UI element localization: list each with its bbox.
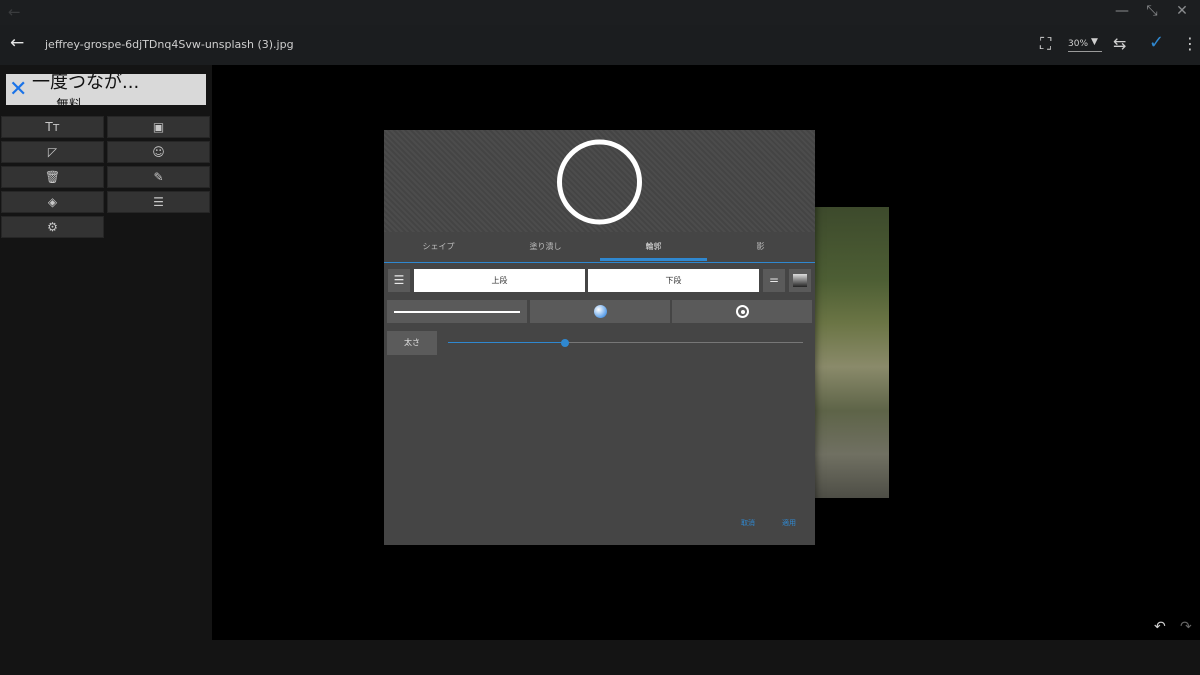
circle-preview-icon bbox=[557, 139, 642, 225]
bottom-layer-button[interactable]: 下段 bbox=[588, 269, 759, 292]
file-name: jeffrey-grospe-6djTDnq4Svw-unsplash (3).… bbox=[45, 38, 294, 51]
text-tool-button[interactable]: Tт bbox=[1, 116, 104, 138]
text-icon: Tт bbox=[45, 120, 60, 134]
thickness-slider-thumb[interactable] bbox=[561, 339, 570, 347]
apply-button[interactable]: 適用 bbox=[782, 518, 796, 528]
lines-icon: ☰ bbox=[393, 273, 405, 287]
active-tab-indicator bbox=[600, 258, 707, 261]
canvas-photo[interactable] bbox=[815, 207, 889, 498]
radio-target-button[interactable] bbox=[672, 300, 812, 323]
equal-button[interactable]: = bbox=[763, 269, 785, 292]
outline-dialog: シェイプ 塗り潰し 輪郭 影 ☰ 上段 下段 = 太さ 取消 適用 bbox=[384, 130, 815, 545]
gradient-swatch-icon bbox=[793, 274, 807, 287]
radio-target-icon bbox=[736, 305, 749, 318]
undo-icon[interactable]: ↶ bbox=[1154, 619, 1166, 635]
gradient-button[interactable] bbox=[789, 269, 811, 292]
more-menu-icon[interactable]: ⋮ bbox=[1182, 34, 1198, 53]
thickness-label: 太さ bbox=[387, 331, 437, 355]
pencil-icon: ✎ bbox=[153, 170, 164, 184]
gear-icon: ⚙ bbox=[47, 220, 58, 234]
ad-banner[interactable]: 一度つなが... ✕ 無料 bbox=[6, 74, 206, 105]
layers-icon: ◈ bbox=[47, 195, 58, 209]
window-title-bar: ← — ⤡ ✕ bbox=[0, 0, 1200, 25]
emoji-tool-button[interactable]: ☺ bbox=[107, 141, 210, 163]
tab-shadow[interactable]: 影 bbox=[707, 232, 814, 262]
app-toolbar: ← jeffrey-grospe-6djTDnq4Svw-unsplash (3… bbox=[0, 25, 1200, 65]
thickness-slider-fill bbox=[448, 342, 566, 343]
redo-icon[interactable]: ↷ bbox=[1180, 619, 1192, 635]
swap-icon[interactable]: ⇆ bbox=[1113, 34, 1126, 53]
close-icon[interactable]: ✕ bbox=[1172, 3, 1192, 19]
stroke-width-preview[interactable] bbox=[387, 300, 527, 323]
line-style-button[interactable]: ☰ bbox=[388, 269, 410, 292]
equal-icon: = bbox=[768, 273, 780, 287]
back-arrow-icon[interactable]: ← bbox=[10, 33, 24, 53]
shape-preview bbox=[384, 130, 815, 232]
stroke-color-button[interactable] bbox=[530, 300, 670, 323]
window-back-icon[interactable]: ← bbox=[8, 3, 21, 21]
align-tool-button[interactable]: ☰ bbox=[107, 191, 210, 213]
zoom-dropdown[interactable]: 30% ▼ bbox=[1068, 37, 1102, 52]
chevron-down-icon: ▼ bbox=[1091, 37, 1098, 47]
cancel-button[interactable]: 取消 bbox=[741, 518, 755, 528]
image-icon: ▣ bbox=[152, 120, 165, 134]
emoji-icon: ☺ bbox=[152, 145, 165, 159]
tool-panel: 一度つなが... ✕ 無料 Tт ▣ ◸ ☺ 🗑 ✎ ◈ ☰ ⚙ bbox=[0, 65, 212, 640]
ad-close-icon[interactable]: ✕ bbox=[9, 79, 27, 101]
draw-tool-button[interactable]: ✎ bbox=[107, 166, 210, 188]
image-tool-button[interactable]: ▣ bbox=[107, 116, 210, 138]
stroke-line bbox=[394, 311, 520, 313]
shape-tool-button[interactable]: ◸ bbox=[1, 141, 104, 163]
delete-tool-button[interactable]: 🗑 bbox=[1, 166, 104, 188]
layers-tool-button[interactable]: ◈ bbox=[1, 191, 104, 213]
top-layer-button[interactable]: 上段 bbox=[414, 269, 585, 292]
tab-shape[interactable]: シェイプ bbox=[385, 232, 492, 262]
ad-title: 一度つなが... bbox=[32, 74, 140, 93]
ad-subtitle: 無料 bbox=[56, 94, 82, 105]
settings-tool-button[interactable]: ⚙ bbox=[1, 216, 104, 238]
bottom-bar bbox=[0, 640, 1200, 675]
trash-icon: 🗑 bbox=[44, 170, 61, 184]
restore-icon[interactable]: ⤡ bbox=[1142, 3, 1162, 19]
lines-icon: ☰ bbox=[153, 195, 164, 209]
minimize-icon[interactable]: — bbox=[1112, 3, 1132, 19]
fullscreen-icon[interactable]: ⛶ bbox=[1040, 34, 1051, 54]
color-ball-icon bbox=[594, 305, 607, 318]
zoom-value: 30% bbox=[1068, 39, 1089, 49]
check-icon[interactable]: ✓ bbox=[1149, 32, 1164, 53]
tab-fill[interactable]: 塗り潰し bbox=[492, 232, 599, 262]
shape-icon: ◸ bbox=[47, 145, 58, 159]
